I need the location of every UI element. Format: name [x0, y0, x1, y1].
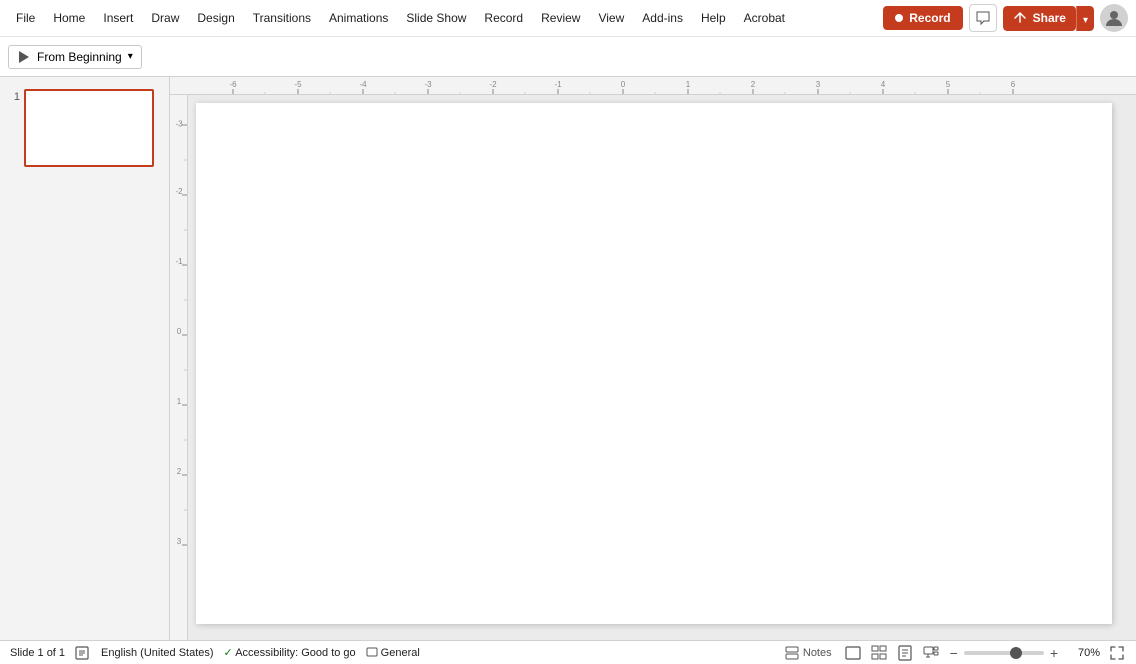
comment-icon [975, 10, 991, 26]
svg-text:-2: -2 [489, 80, 497, 89]
record-button[interactable]: Record [883, 6, 962, 30]
menu-review[interactable]: Review [533, 7, 588, 29]
menu-view[interactable]: View [590, 7, 632, 29]
menu-transitions[interactable]: Transitions [245, 7, 319, 29]
menu-record[interactable]: Record [476, 7, 531, 29]
canvas-container: -6 -5 -4 -3 -2 -1 0 1 2 [170, 77, 1136, 640]
svg-text:1: 1 [177, 397, 182, 406]
menu-design[interactable]: Design [189, 7, 242, 29]
svg-text:4: 4 [881, 80, 886, 89]
person-icon [1105, 9, 1123, 27]
menu-acrobat[interactable]: Acrobat [736, 7, 793, 29]
fit-icon [1109, 645, 1125, 661]
svg-text:-6: -6 [229, 80, 237, 89]
notes-status-icon [75, 646, 89, 660]
zoom-level[interactable]: 70% [1068, 647, 1100, 659]
slide-thumb-container: 1 [4, 85, 165, 171]
svg-text:-1: -1 [554, 80, 562, 89]
slide-panel: 1 [0, 77, 170, 640]
share-group: Share ▾ [1003, 6, 1094, 31]
reading-view-button[interactable] [896, 644, 914, 662]
slide-content[interactable] [196, 103, 1112, 624]
right-status: Notes [781, 644, 1126, 662]
slide-thumbnail[interactable] [24, 89, 154, 167]
svg-text:2: 2 [751, 80, 756, 89]
comment-button[interactable] [969, 4, 997, 32]
play-icon [17, 50, 31, 64]
slide-canvas[interactable] [188, 95, 1136, 640]
h-ruler-svg: -6 -5 -4 -3 -2 -1 0 1 2 [188, 77, 1136, 95]
status-bar: Slide 1 of 1 English (United States) ✓ A… [0, 640, 1136, 664]
fit-to-window-button[interactable] [1108, 644, 1126, 662]
normal-view-button[interactable] [844, 644, 862, 662]
svg-text:2: 2 [177, 467, 182, 476]
v-ruler-svg: -3 -2 -1 0 1 2 3 [170, 95, 188, 640]
zoom-control: − + [948, 645, 1060, 661]
svg-text:-1: -1 [175, 257, 183, 266]
accessibility-check-icon: ✓ [224, 647, 233, 659]
menu-help[interactable]: Help [693, 7, 734, 29]
view-icon [366, 647, 378, 659]
menu-draw[interactable]: Draw [143, 7, 187, 29]
zoom-out-button[interactable]: − [948, 645, 960, 661]
notes-label: Notes [803, 647, 832, 659]
chevron-down-icon: ▾ [1083, 15, 1088, 26]
slide-number: 1 [8, 89, 20, 103]
share-icon [1013, 11, 1027, 25]
zoom-in-button[interactable]: + [1048, 645, 1060, 661]
svg-text:0: 0 [177, 327, 182, 336]
svg-text:-3: -3 [424, 80, 432, 89]
notes-icon [785, 646, 799, 660]
svg-text:3: 3 [177, 537, 182, 546]
accessibility-status: ✓ Accessibility: Good to go [224, 646, 356, 659]
menu-file[interactable]: File [8, 7, 43, 29]
vertical-ruler: -3 -2 -1 0 1 2 3 [170, 95, 188, 640]
svg-text:-2: -2 [175, 187, 183, 196]
slide-sorter-button[interactable] [870, 644, 888, 662]
presenter-view-button[interactable] [922, 644, 940, 662]
canvas-row: -3 -2 -1 0 1 2 3 [170, 95, 1136, 640]
menu-bar: File Home Insert Draw Design Transitions… [0, 0, 1136, 36]
menu-slide-show[interactable]: Slide Show [398, 7, 474, 29]
svg-text:5: 5 [946, 80, 951, 89]
view-mode-status: General [366, 647, 420, 659]
svg-text:-4: -4 [359, 80, 367, 89]
reading-view-icon [897, 645, 913, 661]
from-beginning-dropdown[interactable]: From Beginning ▾ [8, 45, 142, 69]
menu-add-ins[interactable]: Add-ins [634, 7, 691, 29]
normal-view-icon [845, 645, 861, 661]
zoom-slider[interactable] [964, 651, 1044, 655]
svg-text:-5: -5 [294, 80, 302, 89]
menu-animations[interactable]: Animations [321, 7, 396, 29]
language-status: English (United States) [101, 647, 214, 659]
menu-insert[interactable]: Insert [95, 7, 141, 29]
notes-toggle-status[interactable] [75, 646, 91, 660]
profile-button[interactable] [1100, 4, 1128, 32]
svg-text:1: 1 [686, 80, 691, 89]
dropdown-arrow-icon: ▾ [128, 51, 133, 62]
horizontal-ruler: -6 -5 -4 -3 -2 -1 0 1 2 [170, 77, 1136, 95]
svg-text:0: 0 [621, 80, 626, 89]
zoom-thumb[interactable] [1010, 647, 1022, 659]
record-dot-icon [895, 14, 903, 22]
presenter-view-icon [923, 645, 939, 661]
toolbar-row: From Beginning ▾ [0, 36, 1136, 76]
slide-info: Slide 1 of 1 [10, 647, 65, 659]
svg-text:6: 6 [1011, 80, 1016, 89]
share-dropdown-button[interactable]: ▾ [1076, 6, 1094, 31]
main-area: 1 -6 -5 -4 -3 -2 [0, 77, 1136, 640]
svg-text:-3: -3 [175, 120, 183, 129]
svg-text:3: 3 [816, 80, 821, 89]
slide-sorter-icon [871, 645, 887, 661]
menu-home[interactable]: Home [45, 7, 93, 29]
share-button[interactable]: Share [1003, 6, 1076, 31]
notes-button[interactable]: Notes [781, 646, 836, 660]
